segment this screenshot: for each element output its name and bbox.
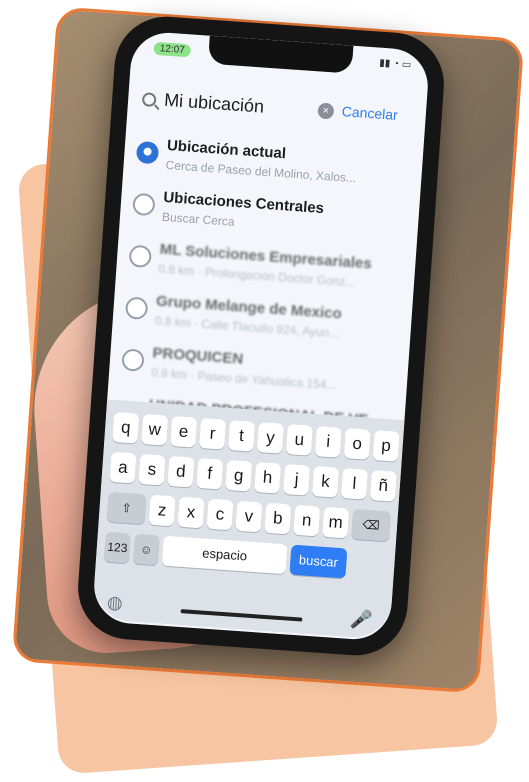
- key-k[interactable]: k: [311, 466, 339, 498]
- result-subtitle: 0.8 km · Paseo de Yahualica 154...: [150, 365, 337, 393]
- result-subtitle: Buscar Cerca: [161, 209, 236, 229]
- status-time: 12:07: [153, 41, 192, 58]
- key-f[interactable]: f: [196, 457, 224, 490]
- status-icons: ▮▮ ◔ ▭: [378, 57, 412, 71]
- key-z[interactable]: z: [148, 494, 176, 527]
- key-m[interactable]: m: [322, 506, 350, 539]
- phone-screen: 12:07 ▮▮ ◔ ▭ Mi ubicación × Cancelar Ubi…: [91, 30, 431, 642]
- search-key[interactable]: buscar: [289, 544, 348, 579]
- key-l[interactable]: l: [340, 468, 368, 500]
- key-w[interactable]: w: [141, 413, 169, 446]
- phone: 12:07 ▮▮ ◔ ▭ Mi ubicación × Cancelar Ubi…: [74, 13, 448, 659]
- key-x[interactable]: x: [177, 496, 205, 529]
- key-q[interactable]: q: [112, 411, 140, 444]
- clear-icon[interactable]: ×: [317, 102, 335, 120]
- search-result-icon: [132, 192, 156, 217]
- key-e[interactable]: e: [170, 416, 198, 448]
- delete-key[interactable]: ⌫: [351, 508, 392, 542]
- key-p[interactable]: p: [372, 430, 400, 462]
- key-i[interactable]: i: [314, 426, 342, 458]
- emoji-key[interactable]: ☺: [132, 533, 160, 566]
- key-n[interactable]: n: [293, 504, 321, 537]
- key-ntilde[interactable]: ñ: [369, 470, 397, 502]
- key-j[interactable]: j: [283, 463, 311, 496]
- keyboard: q w e r t y u i o p a s d f g h j k l ñ …: [91, 399, 405, 640]
- key-s[interactable]: s: [138, 453, 166, 486]
- space-key[interactable]: espacio: [161, 535, 288, 575]
- search-bar[interactable]: Mi ubicación × Cancelar: [141, 85, 414, 132]
- search-input[interactable]: Mi ubicación: [163, 90, 265, 118]
- search-icon: [141, 92, 157, 108]
- place-icon: [128, 244, 153, 269]
- numbers-key[interactable]: 123: [103, 531, 131, 564]
- result-title: PROQUICEN: [151, 344, 244, 368]
- place-icon: [121, 348, 145, 372]
- microphone-icon[interactable]: 🎤: [349, 609, 373, 632]
- key-v[interactable]: v: [235, 500, 263, 533]
- notch: [207, 35, 354, 74]
- key-y[interactable]: y: [256, 422, 284, 454]
- place-icon: [124, 296, 149, 320]
- result-subtitle: Cerca de Paseo del Molino, Xalos...: [165, 157, 357, 186]
- home-indicator[interactable]: [180, 609, 303, 622]
- globe-icon[interactable]: ◍: [106, 592, 123, 614]
- cancel-button[interactable]: Cancelar: [341, 103, 398, 123]
- key-t[interactable]: t: [227, 420, 256, 452]
- keyboard-row-4: 123 ☺ espacio buscar: [103, 531, 348, 579]
- location-icon: [135, 140, 160, 165]
- key-u[interactable]: u: [285, 424, 313, 456]
- key-b[interactable]: b: [264, 502, 292, 535]
- key-r[interactable]: r: [199, 418, 227, 450]
- key-g[interactable]: g: [225, 459, 253, 492]
- key-h[interactable]: h: [254, 461, 282, 494]
- shift-key[interactable]: ⇧: [106, 491, 147, 525]
- key-a[interactable]: a: [109, 451, 137, 484]
- key-o[interactable]: o: [343, 428, 371, 460]
- key-d[interactable]: d: [167, 455, 195, 488]
- key-c[interactable]: c: [206, 498, 234, 531]
